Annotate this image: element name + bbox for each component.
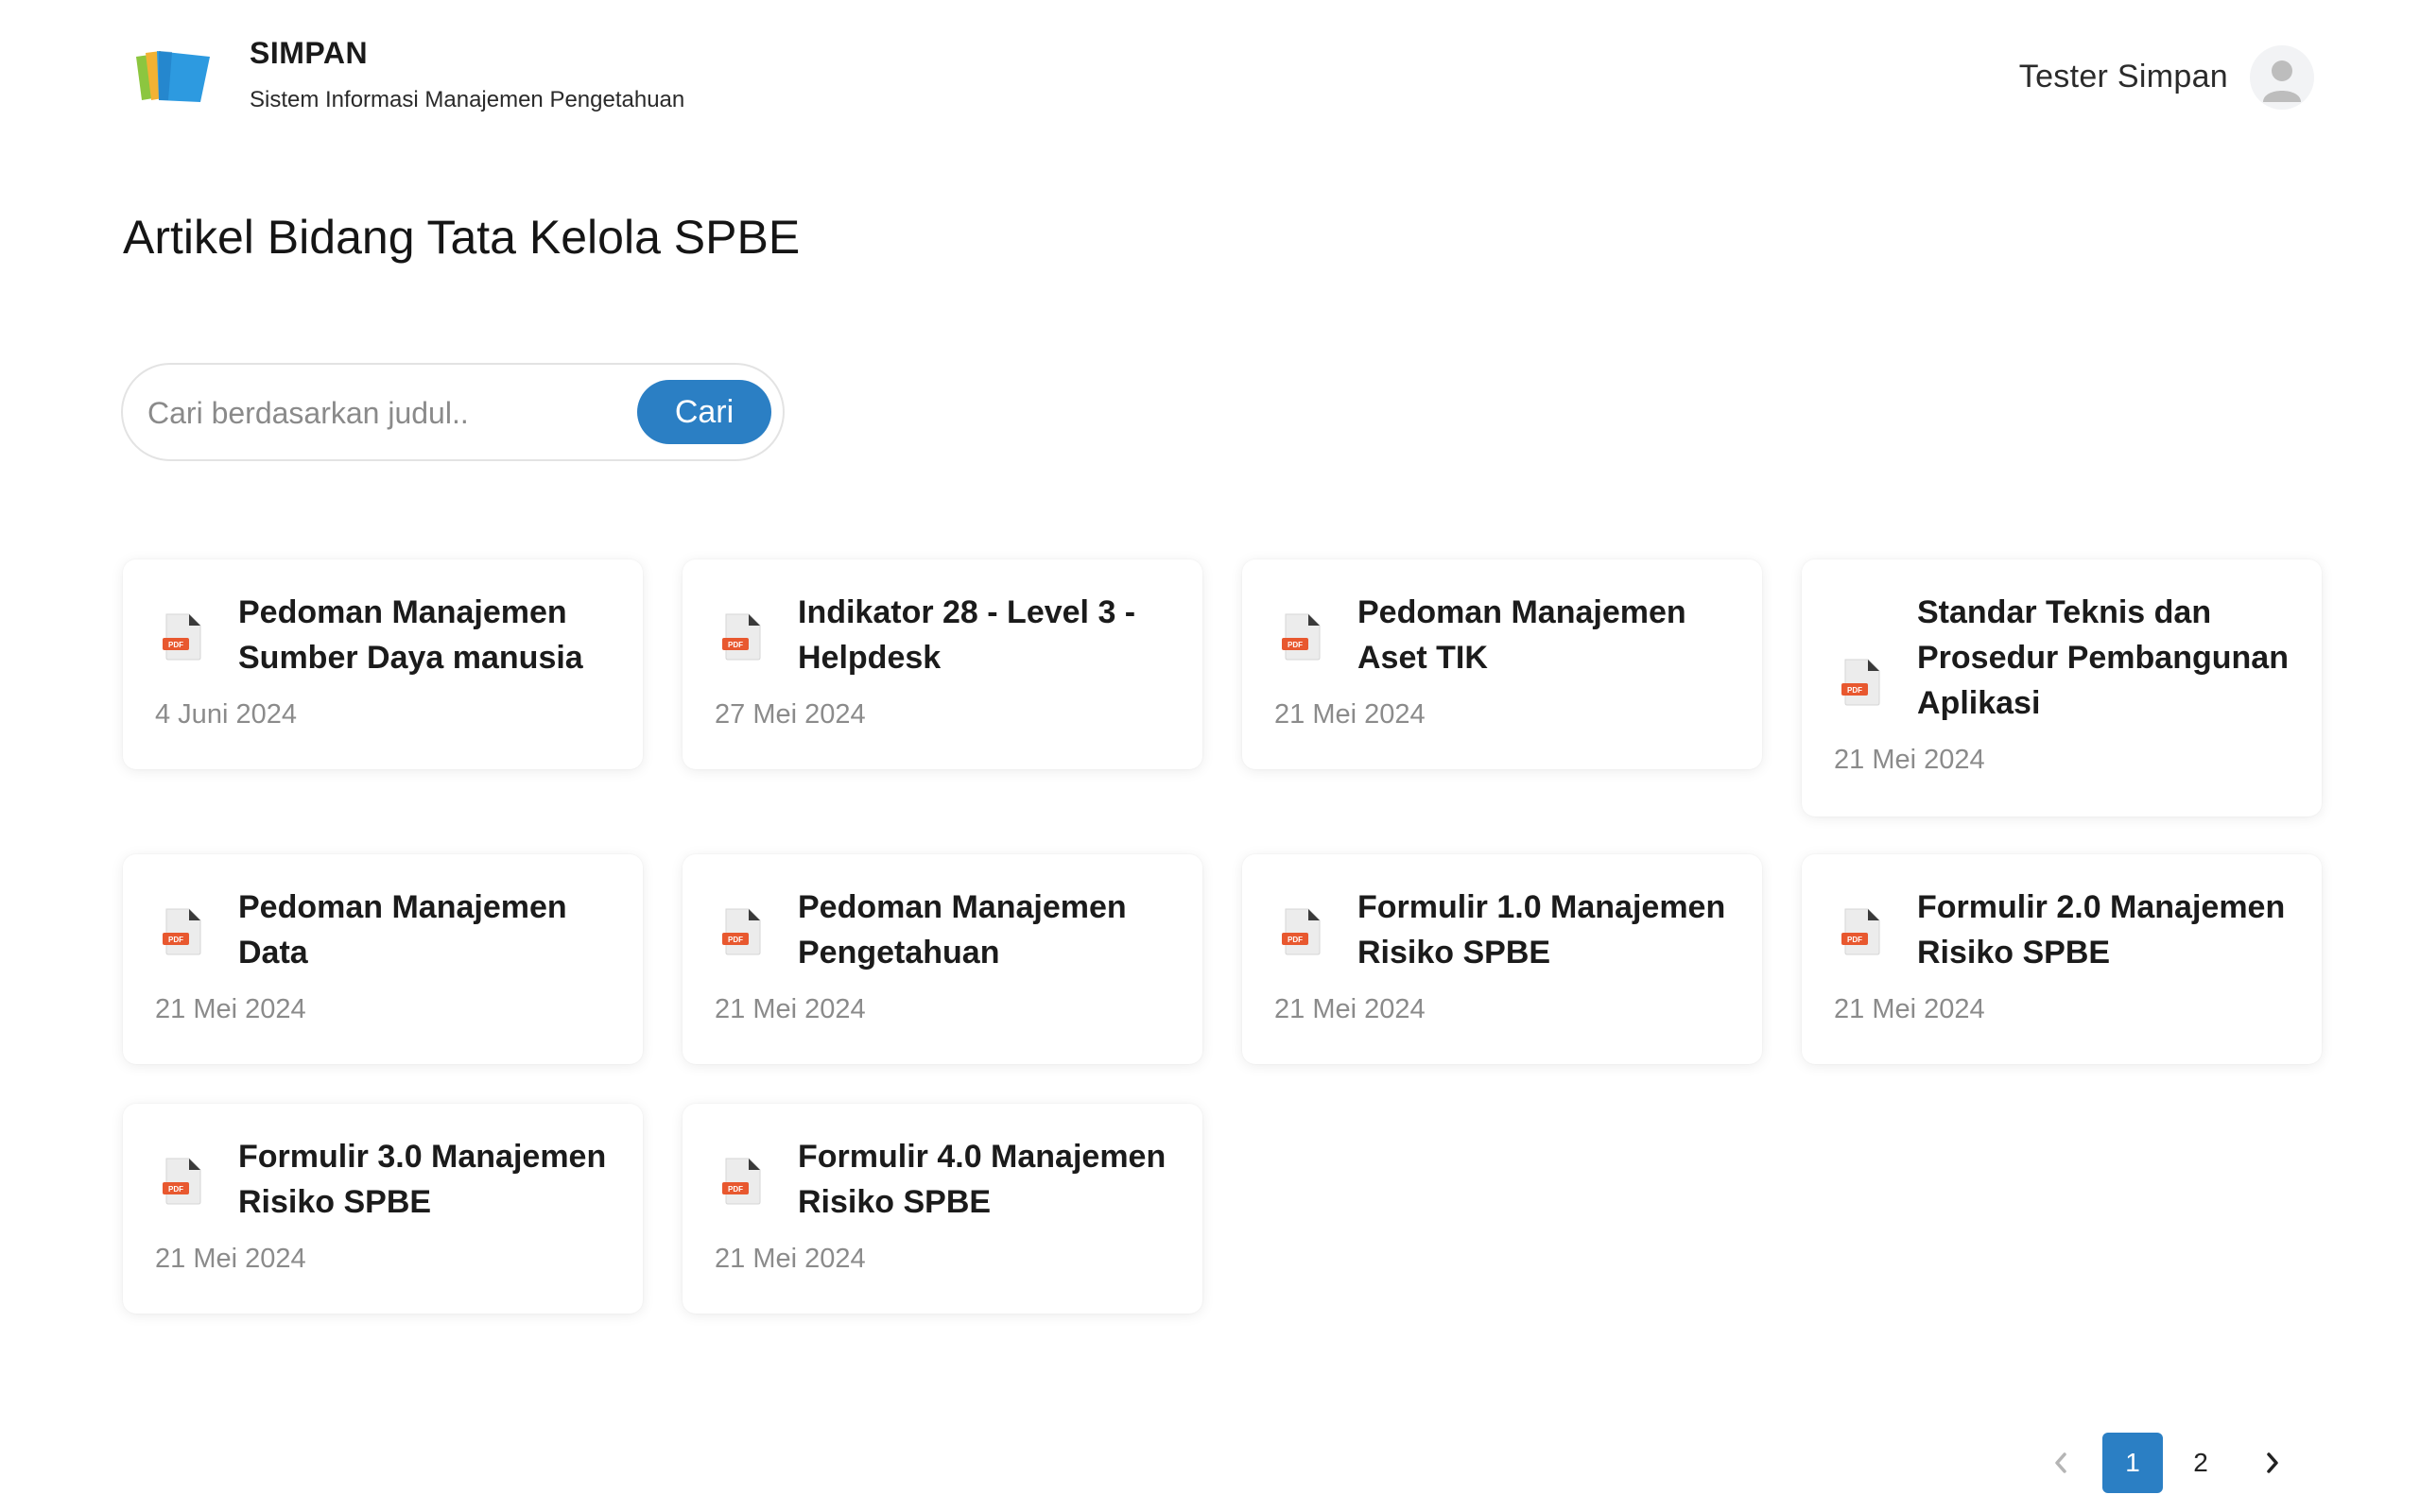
svg-text:PDF: PDF (168, 641, 183, 649)
brand-title: SIMPAN (250, 36, 369, 70)
search-button[interactable]: Cari (637, 380, 771, 444)
article-card[interactable]: PDF Pedoman Manajemen Data 21 Mei 2024 (123, 854, 643, 1064)
article-card[interactable]: PDF Formulir 2.0 Manajemen Risiko SPBE 2… (1802, 854, 2322, 1064)
page-title: Artikel Bidang Tata Kelola SPBE (123, 211, 801, 264)
svg-text:PDF: PDF (1847, 686, 1862, 695)
user-name[interactable]: Tester Simpan (2019, 59, 2228, 95)
article-card[interactable]: PDF Pedoman Manajemen Sumber Daya manusi… (123, 559, 643, 769)
svg-text:PDF: PDF (168, 936, 183, 944)
brand-subtitle: Sistem Informasi Manajemen Pengetahuan (250, 87, 685, 112)
article-card[interactable]: PDF Formulir 1.0 Manajemen Risiko SPBE 2… (1242, 854, 1762, 1064)
article-card[interactable]: PDF Pedoman Manajemen Pengetahuan 21 Mei… (683, 854, 1202, 1064)
article-title: Pedoman Manajemen Sumber Daya manusia (238, 594, 583, 676)
article-title: Pedoman Manajemen Pengetahuan (798, 889, 1127, 971)
simpan-logo-icon[interactable] (130, 47, 212, 106)
pdf-file-icon: PDF (1280, 907, 1323, 956)
search-bar: Cari (121, 363, 785, 461)
pagination-page-2[interactable]: 2 (2170, 1433, 2231, 1493)
svg-text:PDF: PDF (1288, 936, 1303, 944)
search-input[interactable] (147, 384, 526, 442)
article-title: Formulir 4.0 Manajemen Risiko SPBE (798, 1139, 1167, 1220)
svg-text:PDF: PDF (728, 641, 743, 649)
svg-text:PDF: PDF (168, 1185, 183, 1194)
pagination-prev-button[interactable] (2042, 1433, 2080, 1493)
article-date: 21 Mei 2024 (1274, 699, 1426, 730)
article-title: Standar Teknis dan Prosedur Pembangunan … (1917, 594, 2289, 721)
svg-text:PDF: PDF (1847, 936, 1862, 944)
article-date: 21 Mei 2024 (715, 994, 866, 1024)
article-date: 21 Mei 2024 (1834, 994, 1985, 1024)
article-date: 21 Mei 2024 (155, 994, 306, 1024)
page: SIMPAN Sistem Informasi Manajemen Penget… (0, 0, 2420, 1512)
chevron-left-icon (2055, 1452, 2066, 1473)
pdf-file-icon: PDF (720, 907, 764, 956)
svg-text:PDF: PDF (728, 936, 743, 944)
pdf-file-icon: PDF (1280, 612, 1323, 662)
pdf-file-icon: PDF (1840, 658, 1883, 707)
pdf-file-icon: PDF (161, 1157, 204, 1206)
pagination-next-button[interactable] (2254, 1433, 2291, 1493)
pdf-file-icon: PDF (161, 907, 204, 956)
article-date: 21 Mei 2024 (155, 1244, 306, 1274)
pagination-page-1[interactable]: 1 (2102, 1433, 2163, 1493)
article-card[interactable]: PDF Formulir 3.0 Manajemen Risiko SPBE 2… (123, 1104, 643, 1314)
pdf-file-icon: PDF (1840, 907, 1883, 956)
article-card[interactable]: PDF Formulir 4.0 Manajemen Risiko SPBE 2… (683, 1104, 1202, 1314)
svg-text:PDF: PDF (1288, 641, 1303, 649)
pdf-file-icon: PDF (720, 1157, 764, 1206)
pdf-file-icon: PDF (720, 612, 764, 662)
article-card[interactable]: PDF Standar Teknis dan Prosedur Pembangu… (1802, 559, 2322, 816)
pdf-file-icon: PDF (161, 612, 204, 662)
article-date: 4 Juni 2024 (155, 699, 297, 730)
article-title: Formulir 2.0 Manajemen Risiko SPBE (1917, 889, 2286, 971)
article-title: Pedoman Manajemen Data (238, 889, 567, 971)
avatar[interactable] (2250, 45, 2314, 110)
article-date: 27 Mei 2024 (715, 699, 866, 730)
article-title: Indikator 28 - Level 3 - Helpdesk (798, 594, 1136, 676)
article-card[interactable]: PDF Indikator 28 - Level 3 - Helpdesk 27… (683, 559, 1202, 769)
svg-text:PDF: PDF (728, 1185, 743, 1194)
article-title: Formulir 3.0 Manajemen Risiko SPBE (238, 1139, 607, 1220)
article-card[interactable]: PDF Pedoman Manajemen Aset TIK 21 Mei 20… (1242, 559, 1762, 769)
article-title: Formulir 1.0 Manajemen Risiko SPBE (1357, 889, 1726, 971)
chevron-right-icon (2267, 1452, 2278, 1473)
article-title: Pedoman Manajemen Aset TIK (1357, 594, 1686, 676)
article-date: 21 Mei 2024 (1274, 994, 1426, 1024)
user-avatar-icon (2263, 60, 2301, 102)
article-date: 21 Mei 2024 (1834, 745, 1985, 775)
article-date: 21 Mei 2024 (715, 1244, 866, 1274)
